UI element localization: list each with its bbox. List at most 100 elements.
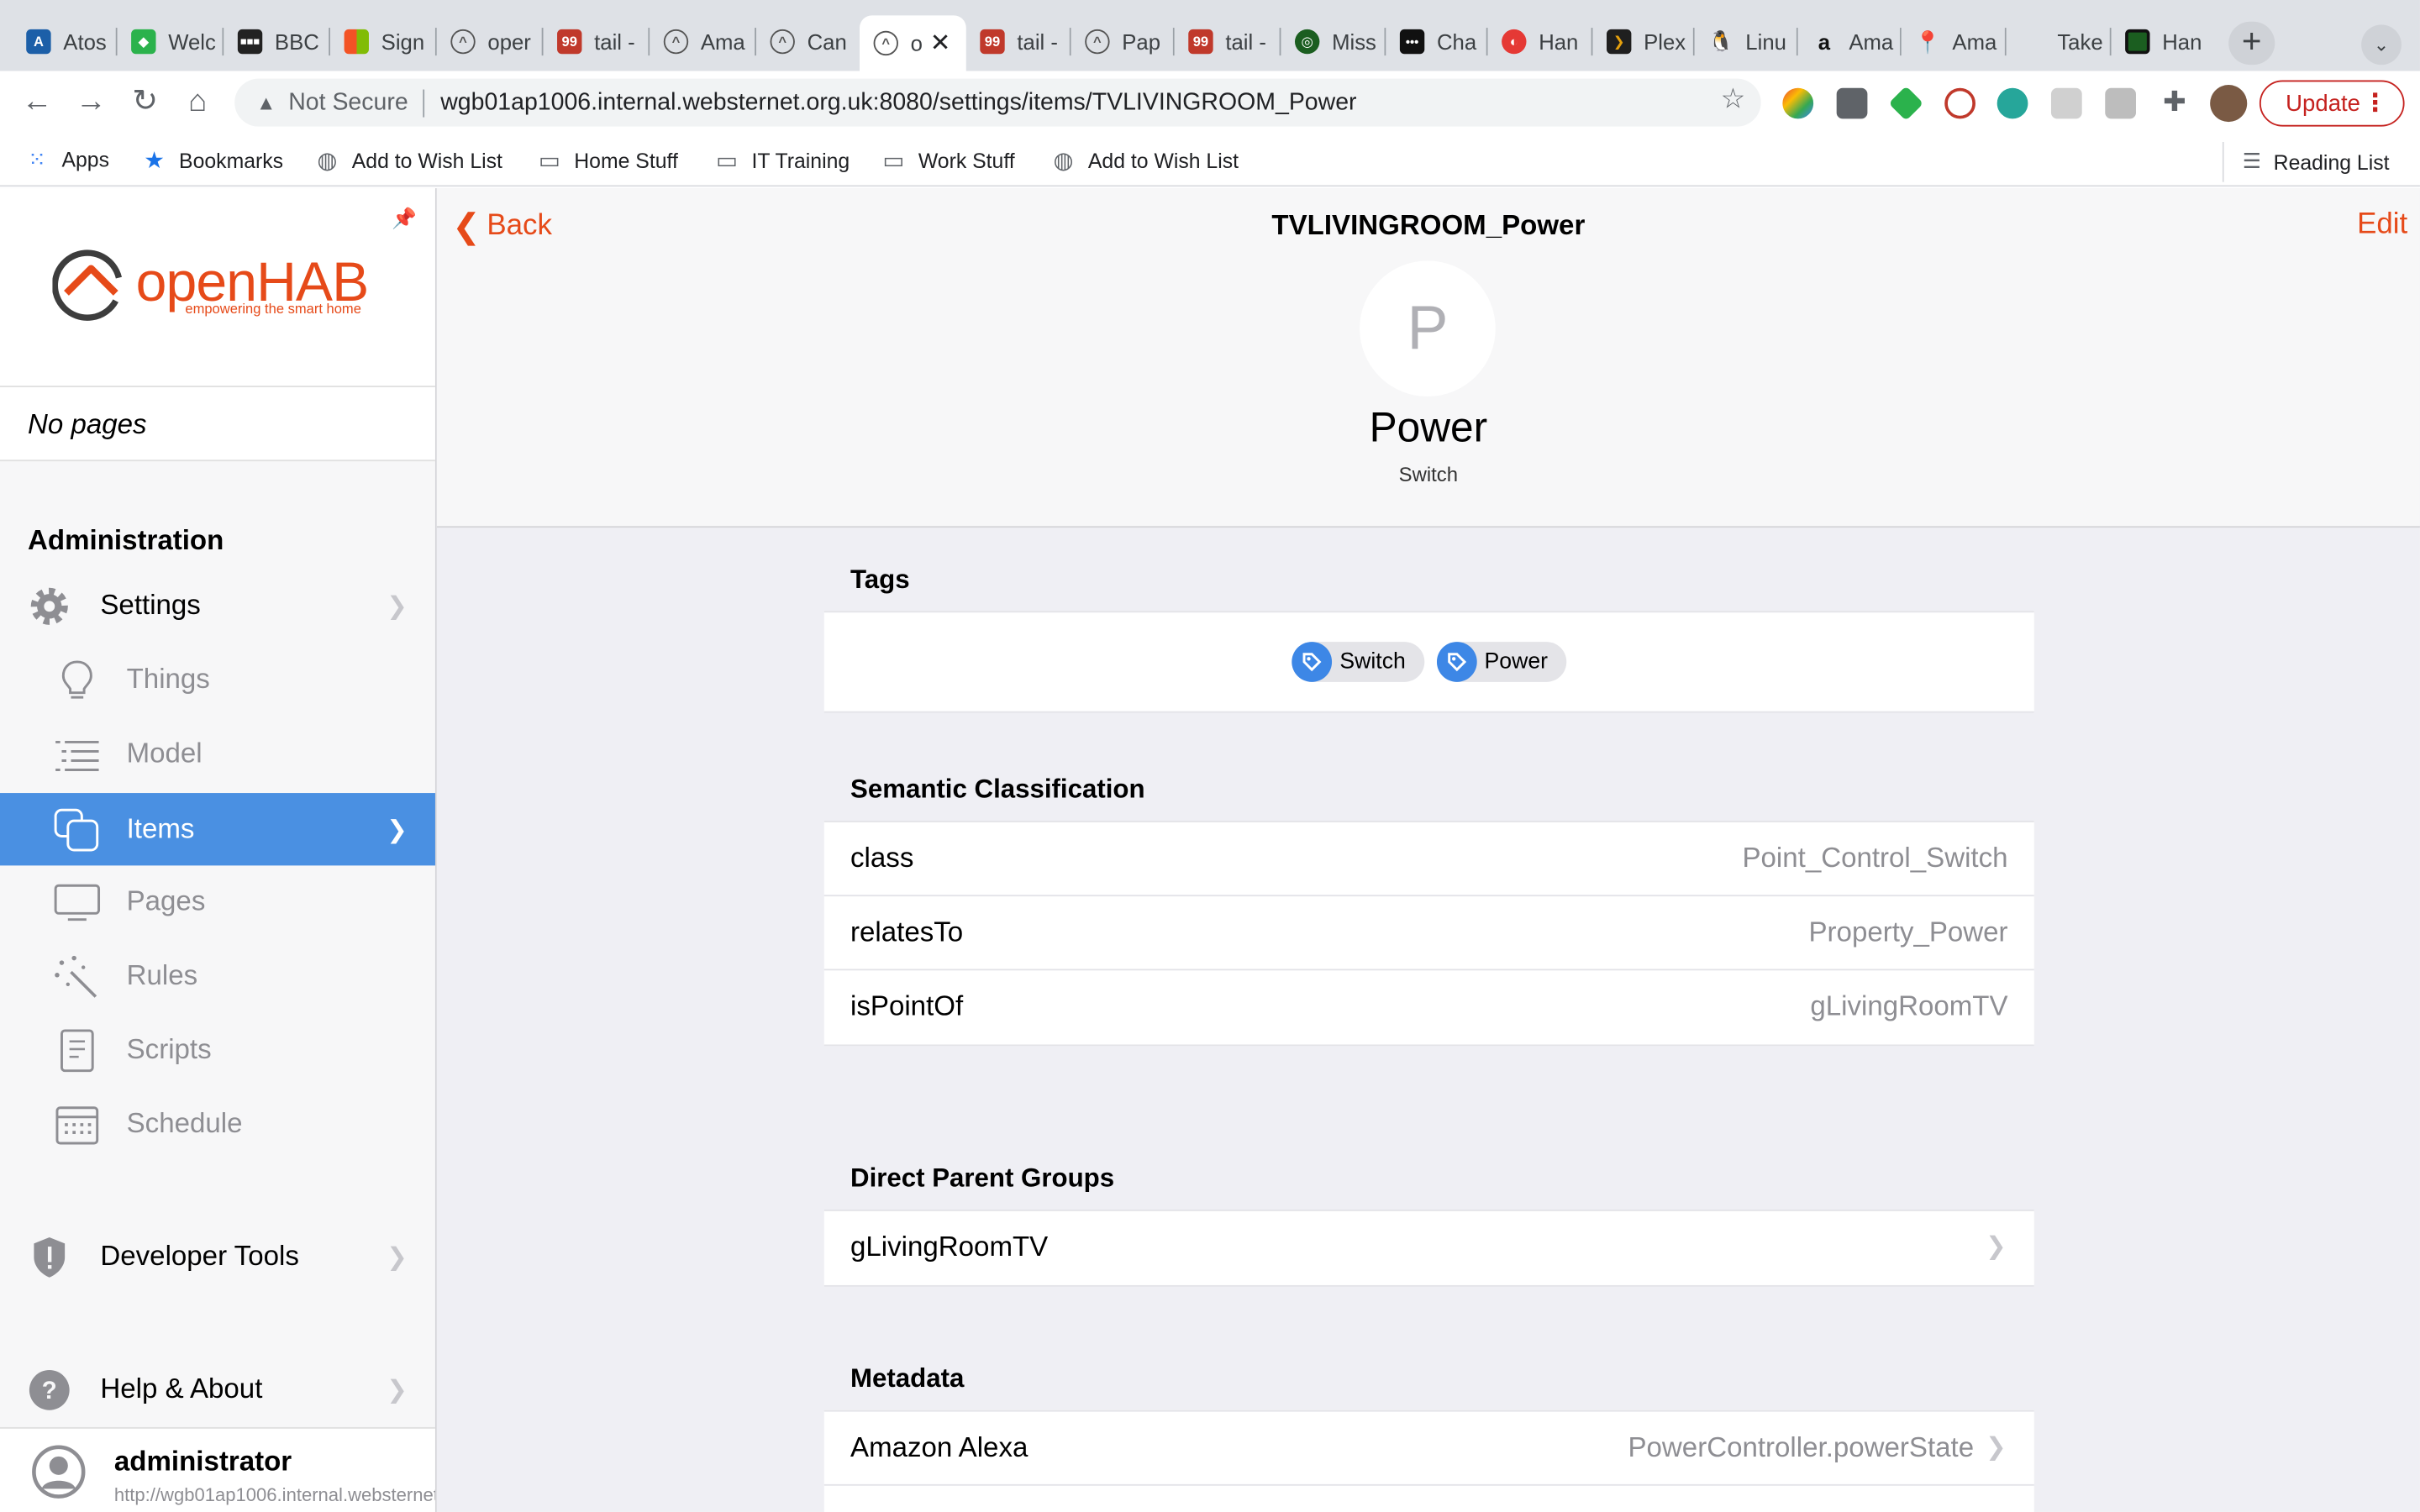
not-secure-label[interactable]: Not Secure <box>288 89 408 117</box>
close-tab-icon[interactable]: ✕ <box>930 28 951 59</box>
url-text[interactable]: wgb01ap1006.internal.websternet.org.uk:8… <box>440 89 1356 117</box>
new-tab-button[interactable]: + <box>2228 21 2275 66</box>
lightbulb-icon <box>52 655 102 705</box>
sidebar-item-settings[interactable]: Settings ❯ <box>0 570 435 642</box>
parent-groups-card: gLivingRoomTV ❯ <box>823 1209 2034 1287</box>
home-icon[interactable]: ⌂ <box>176 81 218 123</box>
folder-icon: ▭ <box>882 148 905 175</box>
list-item: relatesTo Property_Power <box>823 896 2034 971</box>
warning-icon: ▲ <box>255 91 276 114</box>
reload-icon[interactable]: ↻ <box>124 81 166 123</box>
sidebar-item-schedule[interactable]: Schedule <box>0 1088 435 1160</box>
back-arrow-icon[interactable]: ← <box>15 81 58 123</box>
item-label: Power <box>1369 404 1488 451</box>
app99-icon: 99 <box>1188 29 1213 55</box>
pin-icon[interactable]: 📌 <box>392 207 417 231</box>
forward-arrow-icon[interactable]: → <box>70 81 113 123</box>
tag-icon <box>1292 642 1333 682</box>
browser-tab[interactable]: ◎ Miss <box>1281 15 1386 67</box>
edit-button[interactable]: Edit <box>2357 208 2407 242</box>
bookmark-bookmarks[interactable]: ★ Bookmarks <box>142 146 283 174</box>
chevron-right-icon: ❯ <box>387 817 408 844</box>
browser-tab[interactable]: ◆ Welc <box>118 15 224 67</box>
browser-tab[interactable]: ^ oper <box>437 15 544 67</box>
browser-tab[interactable]: a Ama <box>1798 15 1902 67</box>
user-profile[interactable]: administrator http://wgb01ap1006.interna… <box>0 1426 435 1512</box>
extension-icon[interactable] <box>1836 87 1868 119</box>
browser-toolbar: ← → ↻ ⌂ ▲ Not Secure wgb01ap1006.interna… <box>0 71 2420 136</box>
browser-tab[interactable]: ◐ Han <box>1488 15 1593 67</box>
app99-icon: 99 <box>980 29 1005 55</box>
puzzle-extensions-icon[interactable]: ✚ <box>2153 81 2196 123</box>
openhab-icon: ^ <box>663 29 689 55</box>
browser-tab[interactable]: ^ Ama <box>650 15 756 67</box>
address-bar[interactable]: ▲ Not Secure wgb01ap1006.internal.webste… <box>234 78 1761 127</box>
reading-list-button[interactable]: ☰ Reading List <box>2222 141 2390 182</box>
tag-icon <box>1436 642 1477 682</box>
metadata-heading: Metadata <box>850 1363 965 1394</box>
openhab-extension-icon[interactable] <box>1944 87 1975 119</box>
apple-icon <box>2020 29 2044 54</box>
browser-tab[interactable]: 99 tail - <box>1175 15 1281 67</box>
browser-tab[interactable]: ^ Pap <box>1071 15 1175 67</box>
sidebar-item-items[interactable]: Items ❯ <box>0 793 435 866</box>
bookmark-star-icon[interactable]: ☆ <box>1721 83 1746 116</box>
browser-tab[interactable]: ■■■ BBC <box>224 15 331 67</box>
direct-parent-groups-heading: Direct Parent Groups <box>850 1163 1115 1193</box>
list-icon <box>52 729 102 779</box>
amazon-icon: a <box>1818 29 1831 55</box>
bookmark-folder-it-training[interactable]: ▭ IT Training <box>714 146 850 174</box>
profile-avatar[interactable] <box>2210 85 2248 123</box>
metadata-card: Amazon Alexa PowerController.powerState ❯ <box>823 1410 2034 1512</box>
squares-icon <box>52 805 102 854</box>
update-button[interactable]: Update ⋮ <box>2259 80 2405 127</box>
sidebar-item-help-about[interactable]: ? Help & About ❯ <box>0 1353 435 1425</box>
browser-tab[interactable]: ^ Can <box>756 15 860 67</box>
screen: A Atos ◆ Welc ■■■ BBC Sign ^ oper 99 tail - ^… <box>0 0 2420 1512</box>
browser-tab[interactable]: 99 tail - <box>966 15 1071 67</box>
sidebar: 📌 openHAB empowering the smart home No p… <box>0 188 437 1512</box>
globe-dark-icon: ◎ <box>1294 29 1320 55</box>
browser-tab[interactable]: Han <box>2112 15 2217 67</box>
browser-tab[interactable]: 📍 Ama <box>1902 15 2007 67</box>
sidebar-item-rules[interactable]: Rules <box>0 940 435 1012</box>
parent-group-row[interactable]: gLivingRoomTV ❯ <box>824 1211 2034 1285</box>
browser-tab[interactable]: A Atos <box>13 15 118 67</box>
extension-icon[interactable] <box>2105 87 2136 119</box>
extension-icon[interactable] <box>2050 87 2082 119</box>
browser-tab[interactable]: 99 tail - <box>544 15 650 67</box>
bookmark-folder-work[interactable]: ▭ Work Stuff <box>881 146 1014 175</box>
tags-heading: Tags <box>850 564 910 595</box>
shield-icon <box>24 1232 74 1282</box>
browser-tab[interactable]: ❯ Plex <box>1592 15 1695 67</box>
tag-chip[interactable]: Power <box>1436 642 1567 682</box>
tab-search-button[interactable]: ⌄ <box>2361 24 2402 66</box>
metadata-row[interactable]: Amazon Alexa PowerController.powerState ❯ <box>823 1412 2034 1486</box>
reading-list-icon: ☰ <box>2242 150 2261 173</box>
bookmark-wish-list[interactable]: ◍ Add to Wish List <box>315 146 502 174</box>
extension-icon[interactable] <box>1996 87 2028 119</box>
browser-tab[interactable]: Take <box>2007 15 2112 67</box>
extension-icon[interactable] <box>1782 87 1814 119</box>
bookmark-apps[interactable]: ⁙ Apps <box>24 146 109 172</box>
metadata-row[interactable] <box>824 1486 2034 1512</box>
browser-tab[interactable]: 🐧 Linu <box>1695 15 1798 67</box>
sidebar-item-model[interactable]: Model <box>0 717 435 790</box>
feedly-extension-icon[interactable] <box>1888 86 1924 121</box>
browser-tab[interactable]: ••• Cha <box>1386 15 1488 67</box>
sidebar-item-developer-tools[interactable]: Developer Tools ❯ <box>0 1221 435 1293</box>
tag-chip[interactable]: Switch <box>1292 642 1424 682</box>
bookmark-wish-list-2[interactable]: ◍ Add to Wish List <box>1051 146 1239 174</box>
browser-tab[interactable]: Sign <box>330 15 437 67</box>
openhab-logo-icon[interactable] <box>52 247 129 324</box>
browser-tab-active[interactable]: ^ o ✕ <box>860 15 966 71</box>
sidebar-item-scripts[interactable]: Scripts <box>0 1014 435 1086</box>
sidebar-item-pages[interactable]: Pages <box>0 865 435 937</box>
item-avatar: P <box>1360 260 1496 397</box>
microsoft-icon <box>344 29 369 55</box>
bookmark-folder-home[interactable]: ▭ Home Stuff <box>537 146 678 174</box>
main-content: ❮ Back TVLIVINGROOM_Power Edit P Power Sw… <box>436 188 2420 1512</box>
star-icon: ★ <box>144 148 166 175</box>
plex-icon: ❯ <box>1607 29 1632 55</box>
sidebar-item-things[interactable]: Things <box>0 643 435 716</box>
